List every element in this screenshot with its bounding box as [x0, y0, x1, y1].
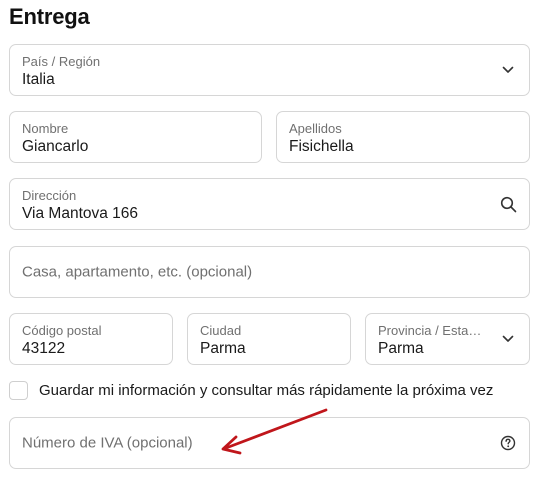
address-value: Via Mantova 166: [22, 205, 139, 222]
help-circle-icon[interactable]: [499, 434, 517, 452]
country-label: País / Región: [22, 54, 101, 69]
postal-code-label: Código postal: [22, 323, 102, 338]
last-name-label: Apellidos: [289, 121, 342, 136]
postal-code-field[interactable]: Código postal 43122: [9, 313, 173, 365]
save-info-row[interactable]: Guardar mi información y consultar más r…: [9, 381, 493, 400]
address-field[interactable]: Dirección Via Mantova 166: [9, 178, 530, 230]
province-select[interactable]: Provincia / Esta… Parma: [365, 313, 530, 365]
vat-placeholder: Número de IVA (opcional): [22, 434, 193, 452]
save-info-checkbox[interactable]: [9, 381, 28, 400]
chevron-down-icon: [499, 61, 517, 79]
province-value: Parma: [378, 340, 424, 357]
country-value: Italia: [22, 71, 55, 88]
vat-field[interactable]: Número de IVA (opcional): [9, 417, 530, 469]
postal-code-value: 43122: [22, 340, 66, 357]
first-name-value: Giancarlo: [22, 138, 89, 155]
address-label: Dirección: [22, 188, 77, 203]
search-icon[interactable]: [499, 195, 517, 213]
section-title: Entrega: [9, 4, 90, 29]
chevron-down-icon: [499, 330, 517, 348]
address2-field[interactable]: Casa, apartamento, etc. (opcional): [9, 246, 530, 298]
country-select[interactable]: País / Región Italia: [9, 44, 530, 96]
last-name-value: Fisichella: [289, 138, 354, 155]
province-label: Provincia / Esta…: [378, 323, 482, 338]
address2-placeholder: Casa, apartamento, etc. (opcional): [22, 263, 253, 281]
first-name-label: Nombre: [22, 121, 69, 136]
save-info-label[interactable]: Guardar mi información y consultar más r…: [39, 382, 493, 399]
city-value: Parma: [200, 340, 246, 357]
first-name-field[interactable]: Nombre Giancarlo: [9, 111, 262, 163]
last-name-field[interactable]: Apellidos Fisichella: [276, 111, 530, 163]
city-field[interactable]: Ciudad Parma: [187, 313, 351, 365]
city-label: Ciudad: [200, 323, 242, 338]
